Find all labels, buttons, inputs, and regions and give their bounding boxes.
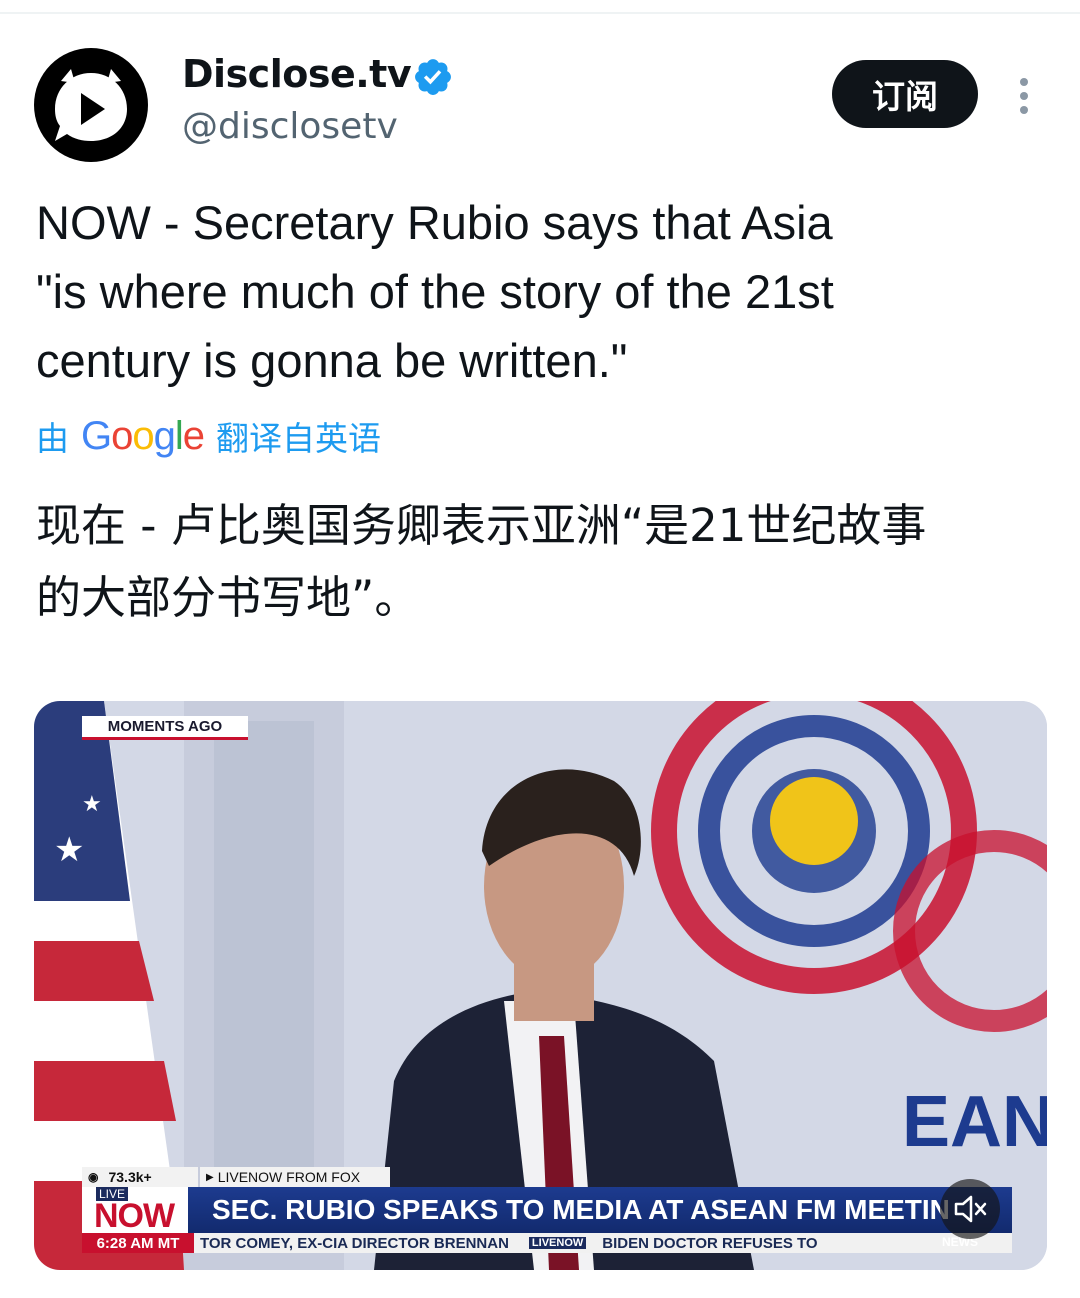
speaker-muted-glyph [954,1195,987,1223]
translation-attribution[interactable]: 由 Google 翻译自英语 [36,410,381,462]
moments-ago-label: MOMENTS AGO [82,716,248,740]
top-divider [0,12,1080,14]
svg-text:★: ★ [82,792,102,817]
eye-icon: ◉ [88,1170,99,1184]
tweet-text: NOW - Secretary Rubio says that Asia "is… [36,196,834,387]
account-avatar[interactable] [34,48,148,162]
broadcast-time: 6:28 AM MT [82,1233,194,1253]
broadcast-source: ▶ LIVENOW FROM FOX [200,1167,390,1187]
ticker-livenow-logo: LIVENOW [528,1237,587,1249]
mute-speaker-icon[interactable] [940,1179,1000,1239]
translate-suffix: 翻译自英语 [216,419,382,458]
translated-text: 现在 - 卢比奥国务卿表示亚洲“是21世纪故事 的大部分书写地”。 [36,499,927,624]
account-display-name[interactable]: Disclose.tv [182,52,412,96]
view-count: ◉ 73.3k+ [82,1167,198,1187]
headline-bar: SEC. RUBIO SPEAKS TO MEDIA AT ASEAN FM M… [188,1187,1012,1233]
play-logo-icon [55,69,127,141]
translate-prefix: 由 [36,419,69,458]
now-label: NOW [94,1197,175,1235]
google-logo: Google [81,413,205,458]
play-triangle-icon: ▶ [206,1171,214,1183]
verified-badge-icon [415,59,451,95]
more-vertical-icon[interactable] [1004,68,1044,124]
subscribe-button[interactable]: 订阅 [832,60,978,128]
news-lower-third: ◉ 73.3k+ ▶ LIVENOW FROM FOX LIVE NOW SEC… [82,1167,1012,1253]
broadcast-source-text: LIVENOW FROM FOX [217,1169,361,1185]
svg-text:★: ★ [54,830,84,870]
account-handle[interactable]: @disclosetv [182,106,398,147]
view-count-value: 73.3k+ [108,1169,152,1185]
live-now-badge: LIVE NOW [82,1187,188,1233]
video-player[interactable]: ★ ★ EAN MOMENTS AGO ◉ 73.3k+ ▶ LIVENOW F… [34,701,1047,1270]
news-ticker: TOR COMEY, EX-CIA DIRECTOR BRENNAN LIVEN… [194,1233,1012,1253]
ticker-text-right: BIDEN DOCTOR REFUSES TO [602,1234,818,1252]
svg-text:EAN: EAN [902,1082,1047,1162]
ticker-text-left: TOR COMEY, EX-CIA DIRECTOR BRENNAN [200,1234,509,1252]
